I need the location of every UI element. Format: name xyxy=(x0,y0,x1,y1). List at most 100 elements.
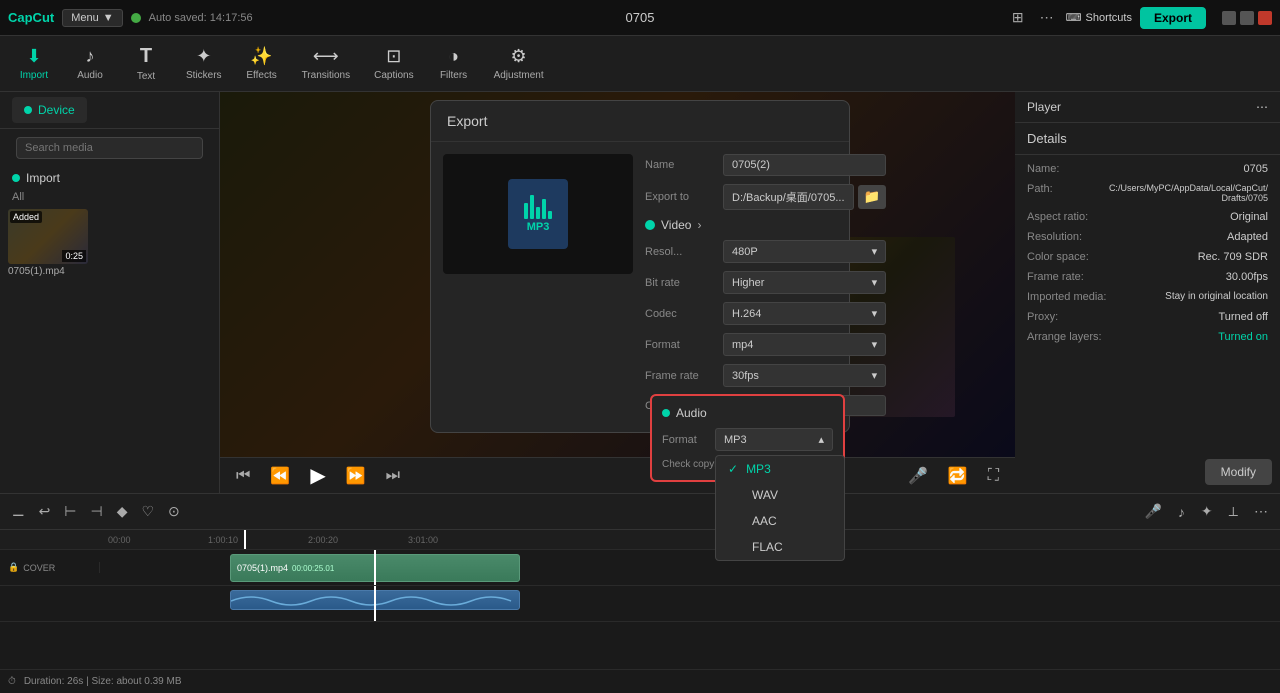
details-content: Name: 0705 Path: C:/Users/MyPC/AppData/L… xyxy=(1015,155,1280,493)
dropdown-option-mp3[interactable]: ✓ MP3 xyxy=(716,456,844,482)
audio-icon: ♪ xyxy=(86,46,95,67)
duration-info: Duration: 26s | Size: about 0.39 MB xyxy=(24,676,182,687)
dropdown-option-flac[interactable]: FLAC xyxy=(716,534,844,560)
timeline-section: ⚊ ↩ ⊢ ⊣ ◆ ♡ ⊙ 🎤 ♪ ✦ ⟂ ⋯ 00:00 1:00:10 2:… xyxy=(0,493,1280,693)
more-button[interactable]: ⋯ xyxy=(1036,5,1058,30)
track-area: 🔒 COVER 0705(1).mp4 00:00:25.01 xyxy=(0,550,1280,670)
maximize-button[interactable] xyxy=(1240,11,1254,25)
shortcuts-button[interactable]: ⌨ Shortcuts xyxy=(1066,11,1132,24)
tool-captions[interactable]: ⊡ Captions xyxy=(364,42,423,85)
media-duration: 0:25 xyxy=(62,250,86,262)
timeline-undo-button[interactable]: ↩ xyxy=(35,501,55,522)
video-codec-row: Codec H.264 ▾ xyxy=(645,302,886,325)
track-content-video[interactable]: 0705(1).mp4 00:00:25.01 xyxy=(100,550,1280,585)
tool-text[interactable]: T Text xyxy=(120,41,172,86)
track-content-audio[interactable] xyxy=(100,586,1280,621)
video-track: 🔒 COVER 0705(1).mp4 00:00:25.01 xyxy=(0,550,1280,586)
captions-icon: ⊡ xyxy=(386,46,401,67)
dropdown-option-aac[interactable]: AAC xyxy=(716,508,844,534)
video-settings-group: Resol... 480P ▾ Bit rate Higher ▾ Codec xyxy=(645,240,886,416)
playhead-track xyxy=(374,550,376,585)
timeline-right-controls: 🎤 ♪ ✦ ⟂ ⋯ xyxy=(1140,501,1272,522)
fullscreen-button[interactable]: ⛶ xyxy=(984,465,1003,487)
timeline-audio-button[interactable]: ♪ xyxy=(1174,502,1189,522)
timeline-trim-right[interactable]: ⊣ xyxy=(87,501,107,522)
timeline-more-button[interactable]: ⋯ xyxy=(1250,501,1272,522)
timeline-magic-button[interactable]: ✦ xyxy=(1197,501,1217,522)
media-added-badge: Added xyxy=(10,211,42,223)
audio-format-dropdown: ✓ MP3 WAV AAC FLAC xyxy=(715,455,845,561)
import-row[interactable]: Import xyxy=(0,167,219,189)
codec-select[interactable]: H.264 ▾ xyxy=(723,302,886,325)
minimize-button[interactable] xyxy=(1222,11,1236,25)
export-path-browse[interactable]: 📁 xyxy=(858,185,887,209)
timeline-trim-left[interactable]: ⊢ xyxy=(60,501,80,522)
play-button[interactable]: ▶ xyxy=(306,461,329,490)
track-label-video: 🔒 COVER xyxy=(0,562,100,573)
video-format-row: Format mp4 ▾ xyxy=(645,333,886,356)
timeline-split-button[interactable]: ⚊ xyxy=(8,501,29,522)
timeline-favorite[interactable]: ♡ xyxy=(137,501,158,522)
audio-track xyxy=(0,586,1280,622)
bar-5 xyxy=(548,211,552,219)
tool-effects[interactable]: ✨ Effects xyxy=(236,42,288,85)
menu-button[interactable]: Menu ▼ xyxy=(62,9,122,27)
document-title: 0705 xyxy=(626,10,655,25)
framerate-select[interactable]: 30fps ▾ xyxy=(723,364,886,387)
media-item[interactable]: Added 0:25 0705(1).mp4 xyxy=(8,209,88,277)
player-options-icon[interactable]: ⋯ xyxy=(1256,100,1268,114)
tool-import[interactable]: ⬇ Import xyxy=(8,42,60,85)
video-framerate-row: Frame rate 30fps ▾ xyxy=(645,364,886,387)
modal-body: MP3 Name Export to D:/Backup/桌面/0705... … xyxy=(431,142,849,432)
close-button[interactable] xyxy=(1258,11,1272,25)
bitrate-select[interactable]: Higher ▾ xyxy=(723,271,886,294)
duration-icon: ⏱ xyxy=(8,676,16,687)
export-name-input[interactable] xyxy=(723,154,886,176)
app-logo: CapCut xyxy=(8,10,54,25)
settings-name-row: Name xyxy=(645,154,886,176)
playhead xyxy=(244,530,246,549)
modify-button[interactable]: Modify xyxy=(1205,459,1272,485)
export-button[interactable]: Export xyxy=(1140,7,1206,29)
bar-1 xyxy=(524,203,528,219)
text-icon: T xyxy=(140,45,152,68)
audio-format-select[interactable]: MP3 ▴ xyxy=(715,428,833,451)
video-format-select[interactable]: mp4 ▾ xyxy=(723,333,886,356)
tool-audio[interactable]: ♪ Audio xyxy=(64,42,116,85)
effects-icon: ✨ xyxy=(250,46,272,67)
loop-button[interactable]: 🔁 xyxy=(944,464,972,488)
skip-forward-button[interactable]: ⏭ xyxy=(382,465,404,487)
timeline-snapshot[interactable]: ⊙ xyxy=(164,501,184,522)
tool-transitions[interactable]: ⟷ Transitions xyxy=(292,42,361,85)
tool-adjustment[interactable]: ⚙ Adjustment xyxy=(484,42,554,85)
left-panel: Device Import All Added 0:25 0705(1).mp4 xyxy=(0,92,220,493)
dropdown-option-wav[interactable]: WAV xyxy=(716,482,844,508)
detail-resolution: Resolution: Adapted xyxy=(1027,231,1268,243)
stickers-icon: ✦ xyxy=(196,46,211,67)
detail-name: Name: 0705 xyxy=(1027,163,1268,175)
player-label-bar: Player ⋯ xyxy=(1015,92,1280,123)
frame-forward-button[interactable]: ⏩ xyxy=(342,464,370,488)
timeline-mic-button[interactable]: 🎤 xyxy=(1140,501,1165,522)
check-icon: ✓ xyxy=(728,462,738,476)
tool-stickers[interactable]: ✦ Stickers xyxy=(176,42,232,85)
search-input[interactable] xyxy=(16,137,203,159)
video-resolution-row: Resol... 480P ▾ xyxy=(645,240,886,263)
video-section-header: Video › xyxy=(645,218,886,232)
modal-header: Export xyxy=(431,101,849,142)
mic-button[interactable]: 🎤 xyxy=(904,464,932,488)
timeline-keyframe[interactable]: ◆ xyxy=(113,501,132,522)
tool-filters[interactable]: ◑ Filters xyxy=(428,42,480,85)
layout-button[interactable]: ⊞ xyxy=(1008,5,1028,30)
frame-back-button[interactable]: ⏪ xyxy=(266,464,294,488)
media-grid: Added 0:25 0705(1).mp4 xyxy=(0,209,219,281)
bar-2 xyxy=(530,195,534,219)
main-toolbar: ⬇ Import ♪ Audio T Text ✦ Stickers ✨ Eff… xyxy=(0,36,1280,92)
skip-back-button[interactable]: ⏮ xyxy=(232,465,254,487)
modal-settings: Name Export to D:/Backup/桌面/0705... 📁 Vi… xyxy=(645,142,898,432)
auto-save-indicator xyxy=(131,13,141,23)
timeline-split2-button[interactable]: ⟂ xyxy=(1225,501,1242,522)
filters-icon: ◑ xyxy=(448,46,459,67)
tab-device[interactable]: Device xyxy=(12,97,87,123)
resolution-select[interactable]: 480P ▾ xyxy=(723,240,886,263)
